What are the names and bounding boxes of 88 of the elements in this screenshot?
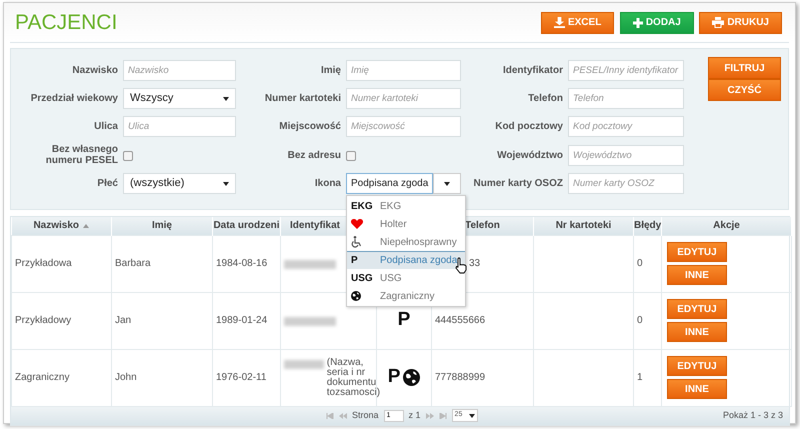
field-label: Ulica [93,121,118,132]
input-field[interactable]: Ulica [123,116,236,137]
sort-arrow-icon [83,224,90,228]
pager-label: z 1 [408,408,421,422]
dropdown-item[interactable]: Holter [347,215,465,233]
blurred-text [284,260,336,269]
blurred-text [284,360,324,368]
checkbox[interactable] [346,151,356,161]
icon-code: EKG [351,200,373,212]
dropdown-item[interactable]: EKG EKG [347,197,465,215]
column-header[interactable]: Akcje [713,220,740,232]
dropdown-item[interactable]: Niepełnosprawny [347,233,465,251]
icon-code: P [398,308,410,332]
page-title: PACJENCI [15,10,118,36]
input-field[interactable]: PESEL/Inny identyfikator [568,60,684,81]
pager-summary: Pokaż 1 - 3 z 3 [722,408,783,422]
select-field[interactable]: Wszyscy [123,88,236,109]
table-cell: 1 [637,372,643,383]
blurred-text [284,317,336,326]
item-label: EKG [380,200,402,214]
dropdown-item[interactable]: USG USG [347,269,465,287]
field-label: Numer kartoteki [264,93,341,104]
pager-label: Strona [352,408,379,422]
icon-code: P [388,365,400,390]
table-cell: 0 [637,315,643,326]
table-cell: (Nazwa, seria i nr dokumentu tozsamosci) [326,358,380,398]
plus-icon [632,18,643,28]
table-cell: 1984-08-16 [216,258,268,269]
item-label: Holter [380,218,407,232]
first-page-icon [326,412,334,418]
heart-icon [351,219,363,229]
item-label: Podpisana zgoda [380,254,458,268]
select-field[interactable]: Podpisana zgoda [346,173,434,194]
dropdown-item[interactable]: Zagraniczny [347,287,465,305]
globe-icon [403,369,420,386]
last-page-icon [438,412,447,418]
table-cell: 444555666 [435,315,486,326]
caret-icon [444,182,450,186]
input-field[interactable]: Numer karty OSOZ [568,173,684,194]
download-icon [554,17,565,28]
field-label: Numer karty OSOZ [472,178,563,189]
table-cell: 1989-01-24 [216,315,268,326]
field-label: Kod pocztowy [494,121,563,132]
field-label: Bez adresu [286,150,341,160]
field-label: Ikona [314,178,341,189]
caret-icon [468,414,475,418]
table-cell: John [115,372,137,383]
checkbox[interactable] [123,151,133,161]
table-cell: 0 [637,258,643,269]
field-label: Telefon [527,93,563,104]
field-label: Płeć [96,178,118,189]
field-label: Identyfikator [502,65,563,76]
input-field[interactable]: Kod pocztowy [568,116,684,137]
field-label: Nazwisko [71,65,118,76]
item-label: Zagraniczny [380,290,434,304]
table-cell: 33 [469,258,480,269]
next-page-icon [426,412,434,418]
table-cell: Zagraniczny [15,372,70,383]
input-field[interactable]: Numer kartoteki [346,88,461,109]
table-cell: Przykładowy [15,315,72,326]
previous-page-icon [339,412,347,418]
field-label: Miejscowość [278,121,341,132]
table-cell: Barbara [115,258,151,269]
field-label: Bez własnego numeru PESEL [44,144,118,166]
input-field[interactable]: Województwo [568,144,684,166]
table-cell: Przykładowa [15,258,72,269]
wheelchair-icon [351,236,362,248]
table-cell: 777888999 [435,372,486,383]
field-label: Województwo [496,150,563,160]
field-label: Przedział wiekowy [30,93,118,104]
input-field[interactable]: Imię [346,60,461,81]
input-field[interactable]: Telefon [568,88,684,109]
globe-icon [351,291,361,301]
dropdown-toggle-button[interactable] [433,173,461,194]
select-field[interactable]: (wszystkie) [123,173,236,194]
table-cell: 1976-02-11 [216,372,266,383]
column-header[interactable]: Imię [152,220,172,232]
item-label: Niepełnosprawny [380,236,457,250]
icon-code: P [351,255,358,266]
item-label: USG [380,272,402,286]
icon-code: USG [351,272,373,284]
caret-icon [223,96,229,100]
printer-icon [712,17,724,28]
field-label: Imię [320,65,341,76]
caret-icon [223,182,229,186]
input-field[interactable]: Miejscowość [346,116,461,137]
table-cell: Jan [115,315,132,326]
input-field[interactable]: Nazwisko [123,60,236,81]
